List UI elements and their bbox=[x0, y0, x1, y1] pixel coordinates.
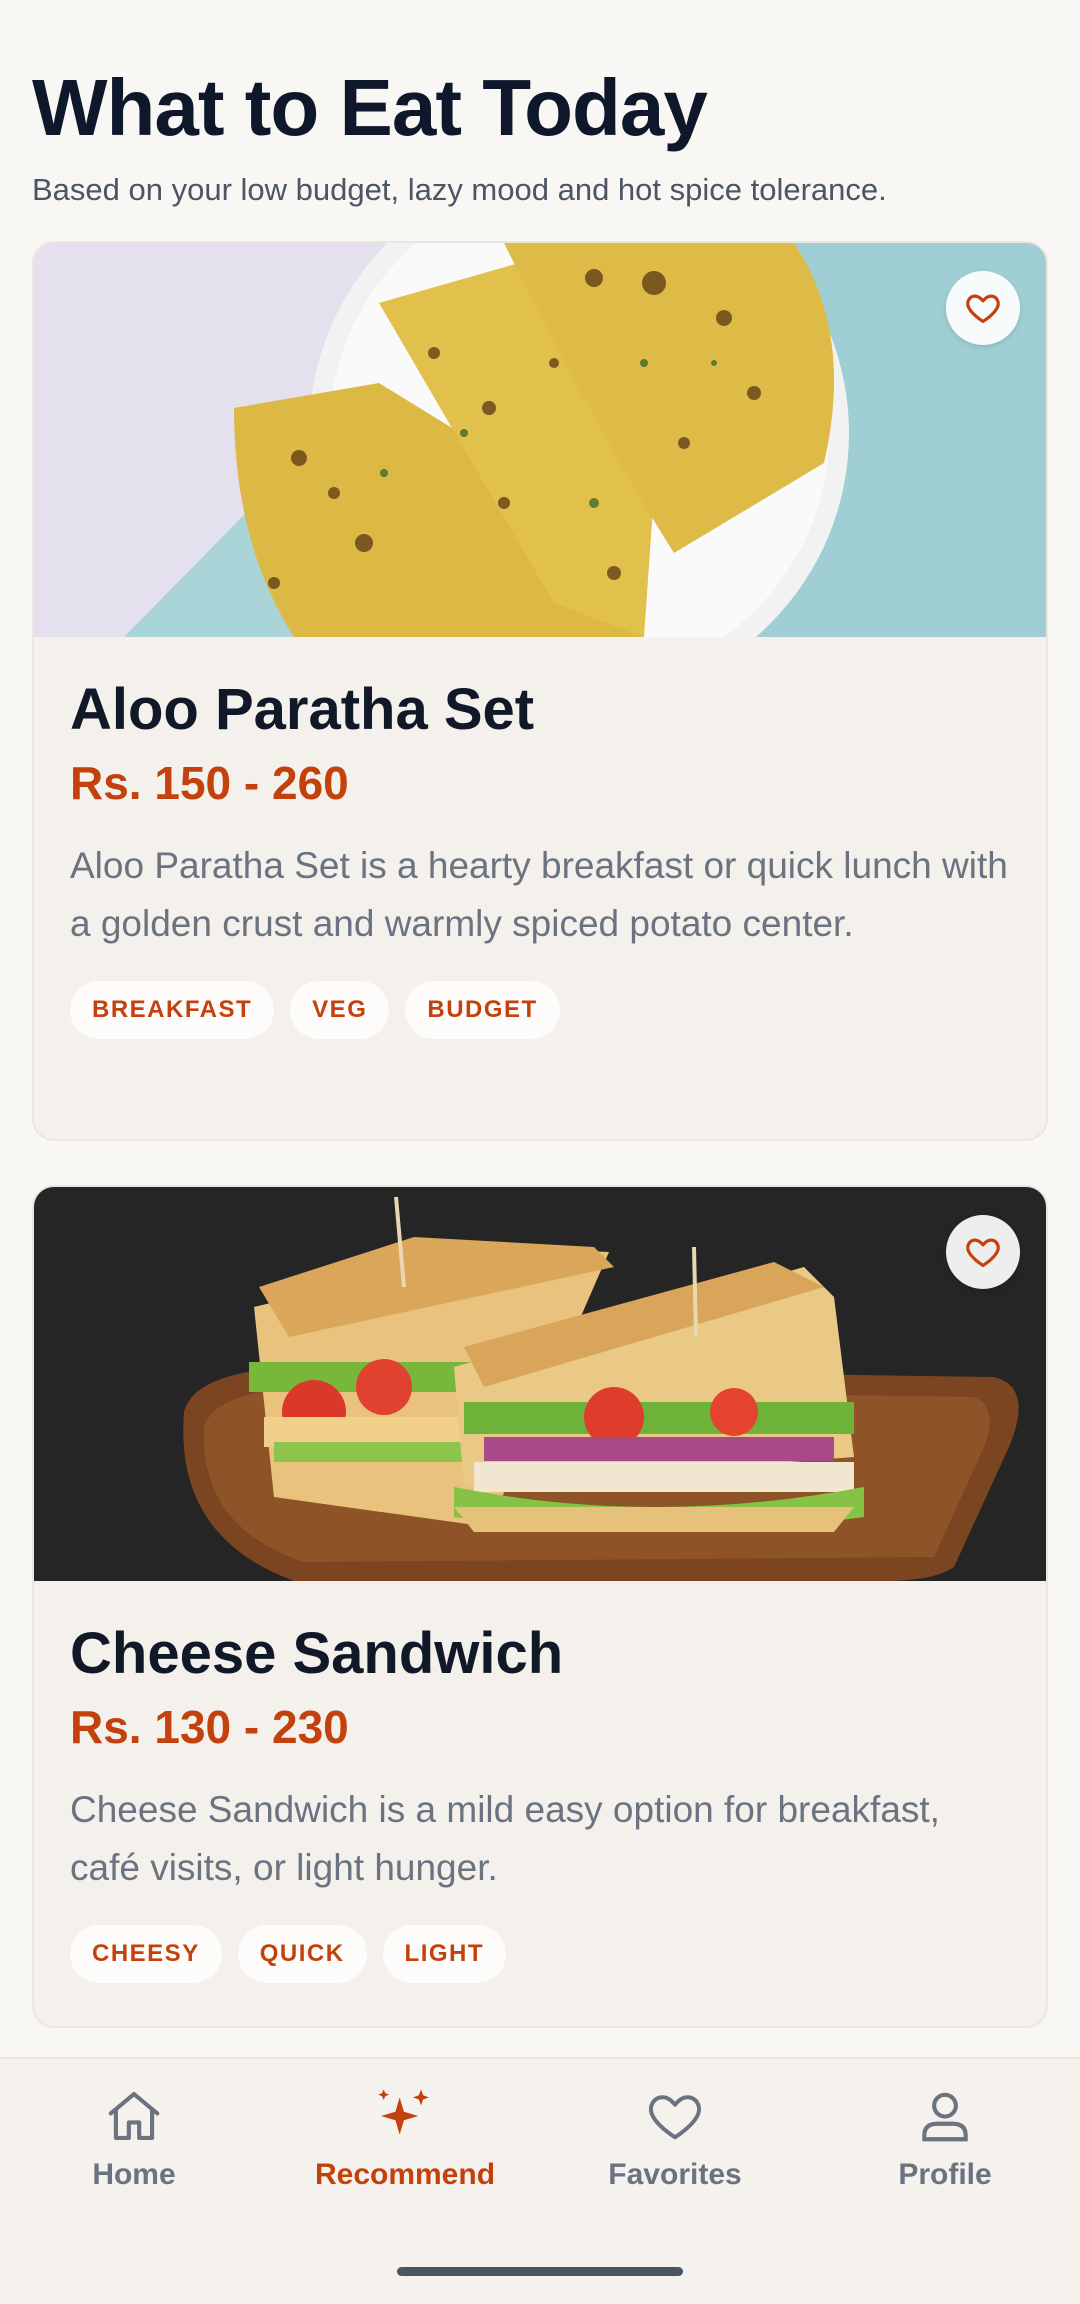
food-price: Rs. 150 - 260 bbox=[70, 757, 349, 809]
nav-label: Favorites bbox=[608, 2158, 742, 2191]
page-subtitle: Based on your low budget, lazy mood and … bbox=[32, 172, 887, 207]
user-icon bbox=[913, 2084, 977, 2148]
food-name: Aloo Paratha Set bbox=[70, 677, 535, 742]
tag-badge: VEG bbox=[290, 981, 390, 1039]
tag-badge: BUDGET bbox=[405, 981, 560, 1039]
favorite-button[interactable] bbox=[946, 1215, 1020, 1289]
food-card-aloo-paratha[interactable]: Aloo Paratha Set Rs. 150 - 260 Aloo Para… bbox=[32, 241, 1048, 1141]
nav-label: Recommend bbox=[314, 2158, 496, 2191]
tag-list: CHEESY QUICK LIGHT bbox=[70, 1925, 1010, 1983]
tag-badge: BREAKFAST bbox=[70, 981, 275, 1039]
food-description: Aloo Paratha Set is a hearty breakfast o… bbox=[70, 845, 1008, 944]
sparkle-icon bbox=[373, 2084, 437, 2148]
food-card-cheese-sandwich[interactable]: Cheese Sandwich Rs. 130 - 230 Cheese San… bbox=[32, 1185, 1048, 2028]
heart-outline-icon bbox=[966, 294, 1000, 324]
heart-icon bbox=[643, 2084, 707, 2148]
tag-badge: LIGHT bbox=[382, 1925, 507, 1983]
food-image-cheese-sandwich bbox=[34, 1187, 1046, 1581]
nav-label: Home bbox=[92, 2158, 176, 2191]
favorite-button[interactable] bbox=[946, 271, 1020, 345]
page-title: What to Eat Today bbox=[32, 63, 708, 152]
home-indicator[interactable] bbox=[397, 2267, 683, 2276]
food-price: Rs. 130 - 230 bbox=[70, 1701, 349, 1753]
page-header: What to Eat Today Based on your low budg… bbox=[32, 60, 1048, 210]
nav-item-favorites[interactable]: Favorites bbox=[555, 2084, 795, 2192]
heart-outline-icon bbox=[966, 1238, 1000, 1268]
home-icon bbox=[102, 2084, 166, 2148]
nav-item-home[interactable]: Home bbox=[14, 2084, 254, 2192]
nav-item-recommend[interactable]: Recommend bbox=[285, 2084, 525, 2192]
tag-badge: QUICK bbox=[237, 1925, 367, 1983]
food-image-aloo-paratha bbox=[34, 243, 1046, 637]
tag-list: BREAKFAST VEG BUDGET bbox=[70, 981, 1010, 1039]
tag-badge: CHEESY bbox=[70, 1925, 222, 1983]
nav-item-profile[interactable]: Profile bbox=[825, 2084, 1065, 2192]
food-name: Cheese Sandwich bbox=[70, 1621, 564, 1686]
nav-label: Profile bbox=[898, 2158, 992, 2191]
food-description: Cheese Sandwich is a mild easy option fo… bbox=[70, 1789, 940, 1888]
